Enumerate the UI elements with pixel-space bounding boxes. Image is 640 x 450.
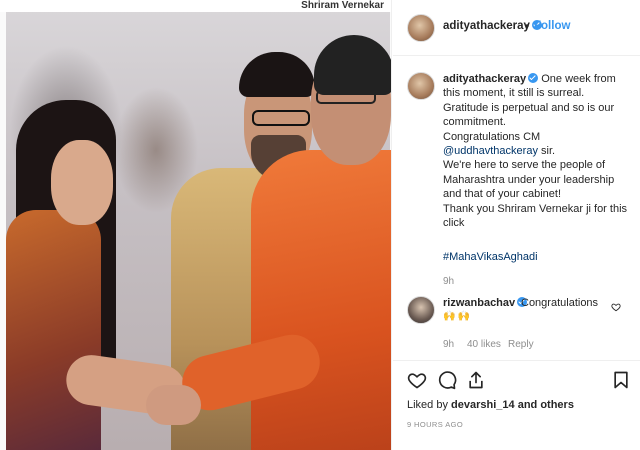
photo-figure bbox=[251, 150, 391, 450]
username-text[interactable]: adityathackeray bbox=[443, 20, 530, 32]
comment-timestamp: 9h bbox=[443, 339, 455, 350]
divider bbox=[393, 360, 640, 361]
photo-figure bbox=[239, 52, 315, 97]
photo-figure bbox=[314, 35, 391, 95]
post-header: adityathackeray • Follow bbox=[393, 0, 640, 56]
separator-dot: • bbox=[525, 19, 530, 33]
post-side-panel: adityathackeray • Follow adityathackeray… bbox=[393, 0, 640, 450]
caption-line: Congratulations CM bbox=[443, 130, 541, 143]
photo-credit-bar: Shriram Vernekar bbox=[0, 0, 391, 12]
photo-figure bbox=[252, 110, 310, 126]
avatar[interactable] bbox=[407, 296, 435, 324]
mention-link[interactable]: @uddhavthackeray bbox=[443, 145, 538, 157]
comment-likes[interactable]: 40 likes bbox=[467, 339, 501, 350]
like-heart-icon[interactable] bbox=[407, 370, 427, 390]
hashtag-link[interactable]: #MahaVikasAghadi bbox=[443, 251, 538, 263]
post-caption: adityathackeray One week from this momen… bbox=[443, 72, 633, 230]
caption-line: We're here to serve the people of Mahara… bbox=[443, 159, 615, 201]
photo-figure bbox=[316, 90, 376, 104]
caption-timestamp: 9h bbox=[443, 276, 455, 287]
verified-badge-icon bbox=[528, 73, 539, 83]
liked-by-text: Liked by devarshi_14 and others bbox=[407, 399, 574, 411]
bookmark-icon[interactable] bbox=[611, 370, 631, 390]
share-icon[interactable] bbox=[466, 370, 486, 390]
post-photo bbox=[6, 10, 391, 450]
comment-emoji: 🙌🙌 bbox=[443, 311, 472, 322]
follow-button[interactable]: Follow bbox=[534, 20, 570, 32]
caption-username[interactable]: adityathackeray bbox=[443, 73, 526, 85]
comment-bubble-icon[interactable] bbox=[437, 370, 457, 390]
avatar[interactable] bbox=[407, 72, 435, 100]
comment-username[interactable]: rizwanbachav bbox=[443, 297, 528, 309]
heart-icon[interactable] bbox=[611, 302, 621, 312]
liked-by-others[interactable]: and others bbox=[518, 399, 574, 411]
reply-button[interactable]: Reply bbox=[508, 339, 534, 350]
photo-credit: Shriram Vernekar bbox=[301, 0, 384, 11]
post-time-ago: 9 HOURS AGO bbox=[407, 420, 464, 429]
comment-text: Congratulations bbox=[521, 297, 599, 309]
avatar[interactable] bbox=[407, 14, 435, 42]
caption-line: Gratitude is perpetual and so is our com… bbox=[443, 101, 615, 129]
liked-by-prefix: Liked by bbox=[407, 399, 448, 411]
liked-by-user[interactable]: devarshi_14 bbox=[451, 399, 515, 411]
caption-line: Thank you Shriram Vernekar ji for this c… bbox=[443, 202, 628, 230]
post-image[interactable]: Shriram Vernekar bbox=[0, 0, 392, 450]
comment-username-text[interactable]: rizwanbachav bbox=[443, 297, 515, 309]
photo-figure bbox=[6, 210, 101, 450]
caption-line: sir. bbox=[541, 145, 556, 158]
photo-figure bbox=[51, 140, 113, 225]
photo-figure bbox=[146, 385, 201, 425]
